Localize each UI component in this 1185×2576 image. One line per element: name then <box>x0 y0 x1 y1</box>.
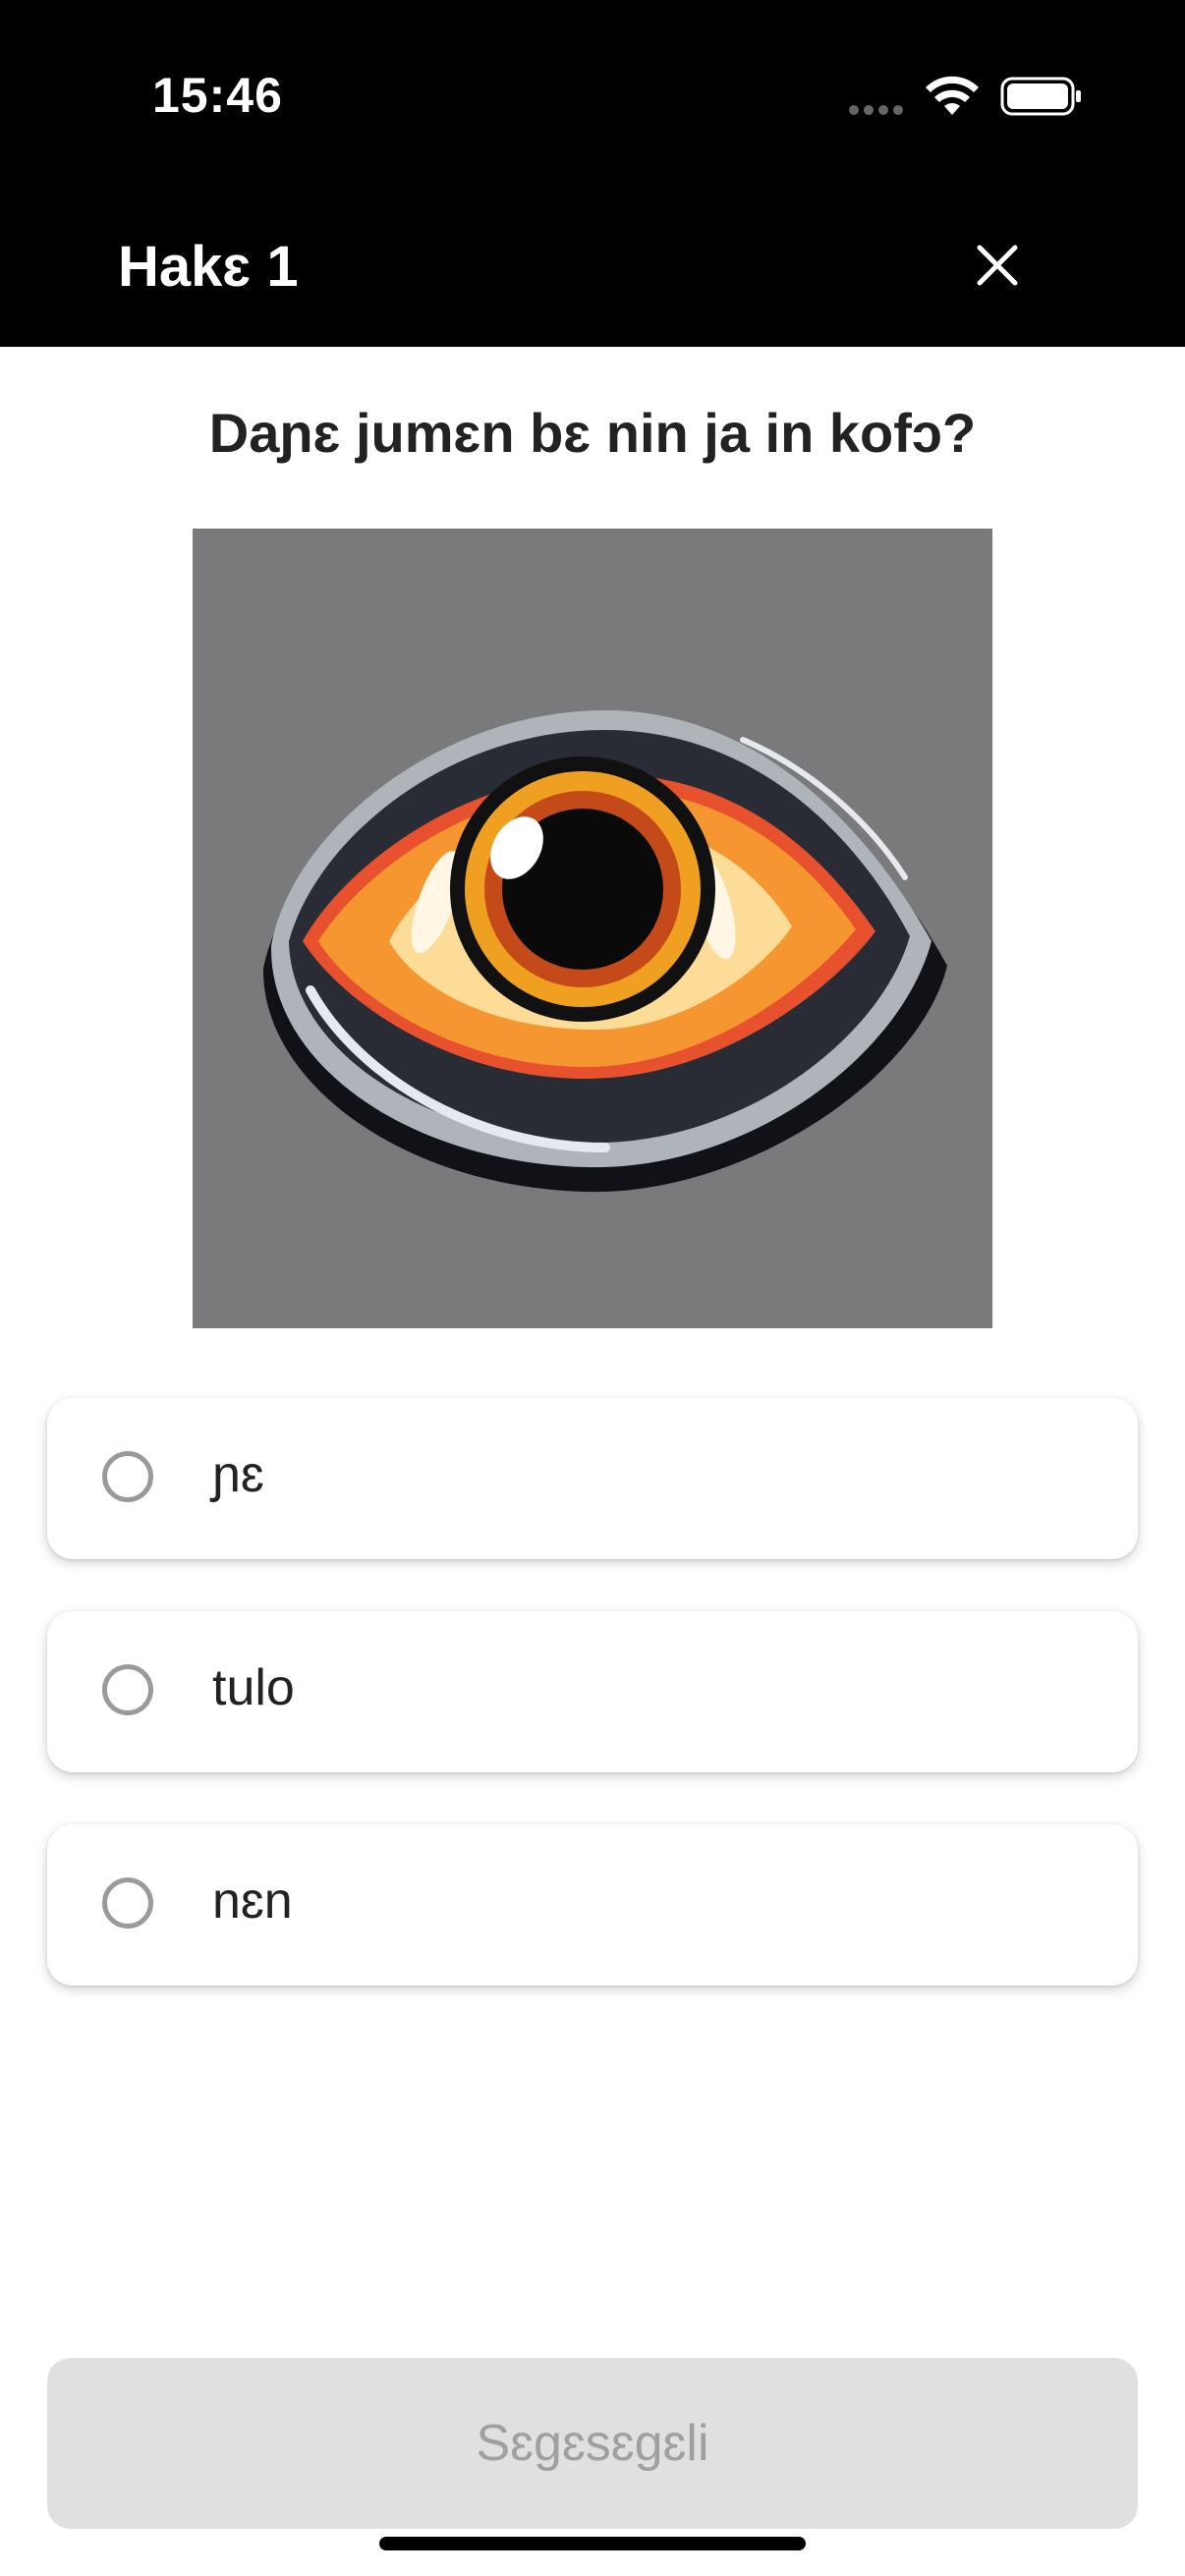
radio-button[interactable] <box>102 1664 153 1715</box>
close-icon <box>977 245 1018 286</box>
question-image <box>193 529 992 1328</box>
battery-icon <box>1000 77 1081 116</box>
option-label: tulo <box>212 1659 295 1716</box>
option-label: ɲɛ <box>212 1446 264 1503</box>
home-indicator <box>379 2537 806 2550</box>
question-text: Daɲɛ jumɛn bɛ nin ja in kofɔ? <box>208 402 977 464</box>
option-label: nɛn <box>212 1873 293 1930</box>
submit-button[interactable]: Sɛgɛsɛgɛli <box>47 2358 1138 2529</box>
page-title: Hakɛ 1 <box>118 235 299 299</box>
top-bar: 15:46 Hakɛ 1 <box>0 0 1185 347</box>
close-button[interactable] <box>958 234 1037 297</box>
radio-button[interactable] <box>102 1877 153 1929</box>
signal-dots-icon <box>849 102 908 120</box>
eye-illustration-icon <box>262 710 947 1193</box>
answer-option-3[interactable]: nɛn <box>47 1824 1138 1986</box>
answer-option-1[interactable]: ɲɛ <box>47 1398 1138 1559</box>
status-time: 15:46 <box>152 68 283 123</box>
answer-option-2[interactable]: tulo <box>47 1611 1138 1772</box>
radio-button[interactable] <box>102 1451 153 1502</box>
wifi-icon <box>926 76 979 115</box>
